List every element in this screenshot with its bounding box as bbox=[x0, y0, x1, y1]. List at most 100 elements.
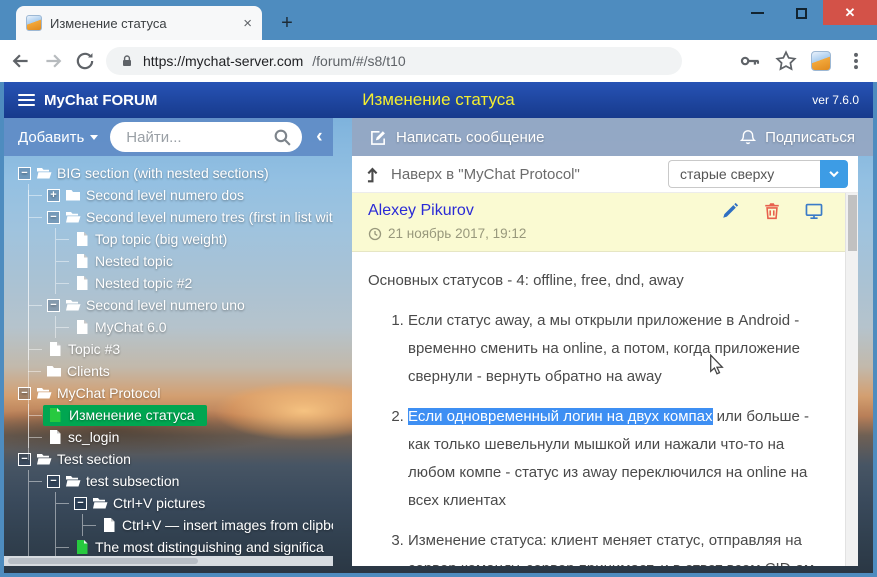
up-to-section-label[interactable]: Наверх в "MyChat Protocol" bbox=[391, 166, 580, 183]
bell-icon bbox=[740, 129, 756, 145]
tree-item[interactable]: − Ctrl+V pictures bbox=[56, 492, 333, 514]
tree-item[interactable]: − Test section bbox=[4, 448, 333, 470]
collapse-box-icon[interactable]: − bbox=[47, 299, 60, 312]
collapse-box-icon[interactable]: − bbox=[18, 453, 31, 466]
url-input[interactable]: https://mychat-server.com/forum/#/s8/t10 bbox=[106, 47, 682, 75]
browser-window: Изменение статуса × + ✕ https://mychat-s… bbox=[0, 0, 877, 577]
tree-item-label: Nested topic #2 bbox=[95, 275, 192, 291]
tree-item[interactable]: The most distinguishing and significa bbox=[56, 536, 333, 556]
vertical-scrollbar[interactable] bbox=[845, 193, 858, 566]
page-icon bbox=[74, 319, 90, 335]
folder-icon bbox=[46, 363, 62, 379]
tree-item-selected[interactable]: Изменение статуса bbox=[29, 404, 333, 426]
add-button[interactable]: Добавить bbox=[18, 129, 98, 146]
collapse-sidebar-icon[interactable]: ‹ bbox=[314, 126, 324, 148]
hamburger-menu-icon[interactable] bbox=[18, 91, 35, 109]
tree-item-label: Second level numero uno bbox=[86, 297, 245, 313]
password-key-icon[interactable] bbox=[739, 50, 761, 72]
sort-select[interactable]: старые сверху bbox=[668, 160, 848, 188]
folder-icon bbox=[65, 187, 81, 203]
scrollbar-thumb[interactable] bbox=[8, 558, 198, 564]
sort-dropdown-button[interactable] bbox=[820, 160, 848, 188]
tree-item[interactable]: Topic #3 bbox=[29, 338, 333, 360]
page-green-icon bbox=[74, 539, 90, 555]
app-header: Изменение статуса MyChat FORUM ver 7.6.0 bbox=[4, 82, 873, 118]
new-tab-button[interactable]: + bbox=[274, 10, 300, 36]
tab-close-icon[interactable]: × bbox=[243, 16, 252, 31]
delete-post-icon[interactable] bbox=[763, 202, 781, 220]
tree-item-label: Test section bbox=[57, 451, 131, 467]
scrollbar-thumb[interactable] bbox=[848, 195, 857, 251]
tree-item[interactable]: sc_login bbox=[29, 426, 333, 448]
collapse-box-icon[interactable]: − bbox=[18, 167, 31, 180]
selected-topic-highlight: Изменение статуса bbox=[43, 405, 207, 426]
page-icon bbox=[101, 517, 117, 533]
forward-icon[interactable] bbox=[42, 50, 64, 72]
forum-app: Изменение статуса MyChat FORUM ver 7.6.0… bbox=[4, 82, 873, 573]
address-bar: https://mychat-server.com/forum/#/s8/t10 bbox=[0, 40, 877, 82]
up-to-section-icon[interactable] bbox=[364, 165, 382, 183]
clock-icon bbox=[368, 227, 382, 241]
folder-open-icon bbox=[65, 297, 81, 313]
collapse-box-icon[interactable]: − bbox=[18, 387, 31, 400]
post-author-link[interactable]: Alexey Pikurov bbox=[368, 202, 474, 220]
tree-item[interactable]: Nested topic #2 bbox=[56, 272, 333, 294]
tree-item-label: MyChat Protocol bbox=[57, 385, 160, 401]
tree-item[interactable]: − BIG section (with nested sections) bbox=[4, 162, 333, 184]
expand-box-icon[interactable]: + bbox=[47, 189, 60, 202]
page-icon bbox=[47, 341, 63, 357]
tree-item[interactable]: − Second level numero uno bbox=[29, 294, 333, 316]
compose-button[interactable]: Написать сообщение bbox=[370, 129, 545, 146]
collapse-box-icon[interactable]: − bbox=[47, 211, 60, 224]
topic-nav: Наверх в "MyChat Protocol" старые сверху bbox=[352, 156, 858, 193]
topic-toolbar: Написать сообщение Подписаться bbox=[352, 118, 873, 156]
post-list-item: Если статус away, а мы открыли приложени… bbox=[408, 307, 821, 391]
tree-item-label: Top topic (big weight) bbox=[95, 231, 227, 247]
tree-item-label: Ctrl+V — insert images from clipbo bbox=[122, 517, 333, 533]
browser-menu-icon[interactable] bbox=[845, 50, 867, 72]
tree-item[interactable]: Nested topic bbox=[56, 250, 333, 272]
post-list-item: Если одновременный логин на двух компах … bbox=[408, 403, 821, 515]
brand-label: MyChat FORUM bbox=[44, 92, 157, 109]
bookmark-star-icon[interactable] bbox=[775, 50, 797, 72]
reload-icon[interactable] bbox=[74, 50, 96, 72]
post-date: 21 ноябрь 2017, 19:12 bbox=[388, 226, 526, 241]
url-path: /forum/#/s8/t10 bbox=[312, 53, 405, 69]
tree-item[interactable]: − test subsection bbox=[29, 470, 333, 492]
tree-item-label: Ctrl+V pictures bbox=[113, 495, 205, 511]
search-icon[interactable] bbox=[273, 128, 292, 147]
tree-item[interactable]: − MyChat Protocol bbox=[4, 382, 333, 404]
page-icon bbox=[74, 275, 90, 291]
brand[interactable]: MyChat FORUM bbox=[18, 91, 157, 109]
tree-item-label: Nested topic bbox=[95, 253, 173, 269]
collapse-box-icon[interactable]: − bbox=[74, 497, 87, 510]
collapse-box-icon[interactable]: − bbox=[47, 475, 60, 488]
compose-icon bbox=[370, 129, 387, 146]
page-icon bbox=[47, 429, 63, 445]
back-icon[interactable] bbox=[10, 50, 32, 72]
tree-item[interactable]: Ctrl+V — insert images from clipbo bbox=[83, 514, 333, 536]
tree-item[interactable]: Top topic (big weight) bbox=[56, 228, 333, 250]
post-list-item: Изменение статуса: клиент меняет статус,… bbox=[408, 527, 821, 566]
tree-item-label: The most distinguishing and significa bbox=[95, 539, 324, 555]
mychat-extension-icon[interactable] bbox=[811, 51, 831, 71]
page-icon bbox=[74, 253, 90, 269]
tree-item[interactable]: + Second level numero dos bbox=[29, 184, 333, 206]
topic-panel: Наверх в "MyChat Protocol" старые сверху… bbox=[352, 156, 858, 566]
sort-selected-value: старые сверху bbox=[668, 160, 820, 188]
monitor-icon[interactable] bbox=[805, 202, 823, 220]
tree-item-label: Second level numero tres (first in list … bbox=[86, 209, 333, 225]
search-input[interactable] bbox=[124, 128, 273, 147]
subscribe-button[interactable]: Подписаться bbox=[740, 129, 855, 146]
folder-open-icon bbox=[65, 473, 81, 489]
tree-item[interactable]: − Second level numero tres (first in lis… bbox=[29, 206, 333, 228]
tree-item-label: test subsection bbox=[86, 473, 179, 489]
compose-label: Написать сообщение bbox=[396, 129, 545, 146]
tree-item[interactable]: MyChat 6.0 bbox=[56, 316, 333, 338]
tree-item[interactable]: Clients bbox=[4, 360, 333, 382]
chevron-down-icon bbox=[827, 167, 841, 181]
lock-icon bbox=[120, 54, 134, 68]
tree-horizontal-scrollbar[interactable] bbox=[4, 556, 333, 566]
tree-toolbar: Добавить ‹ bbox=[4, 118, 333, 156]
edit-post-icon[interactable] bbox=[721, 202, 739, 220]
